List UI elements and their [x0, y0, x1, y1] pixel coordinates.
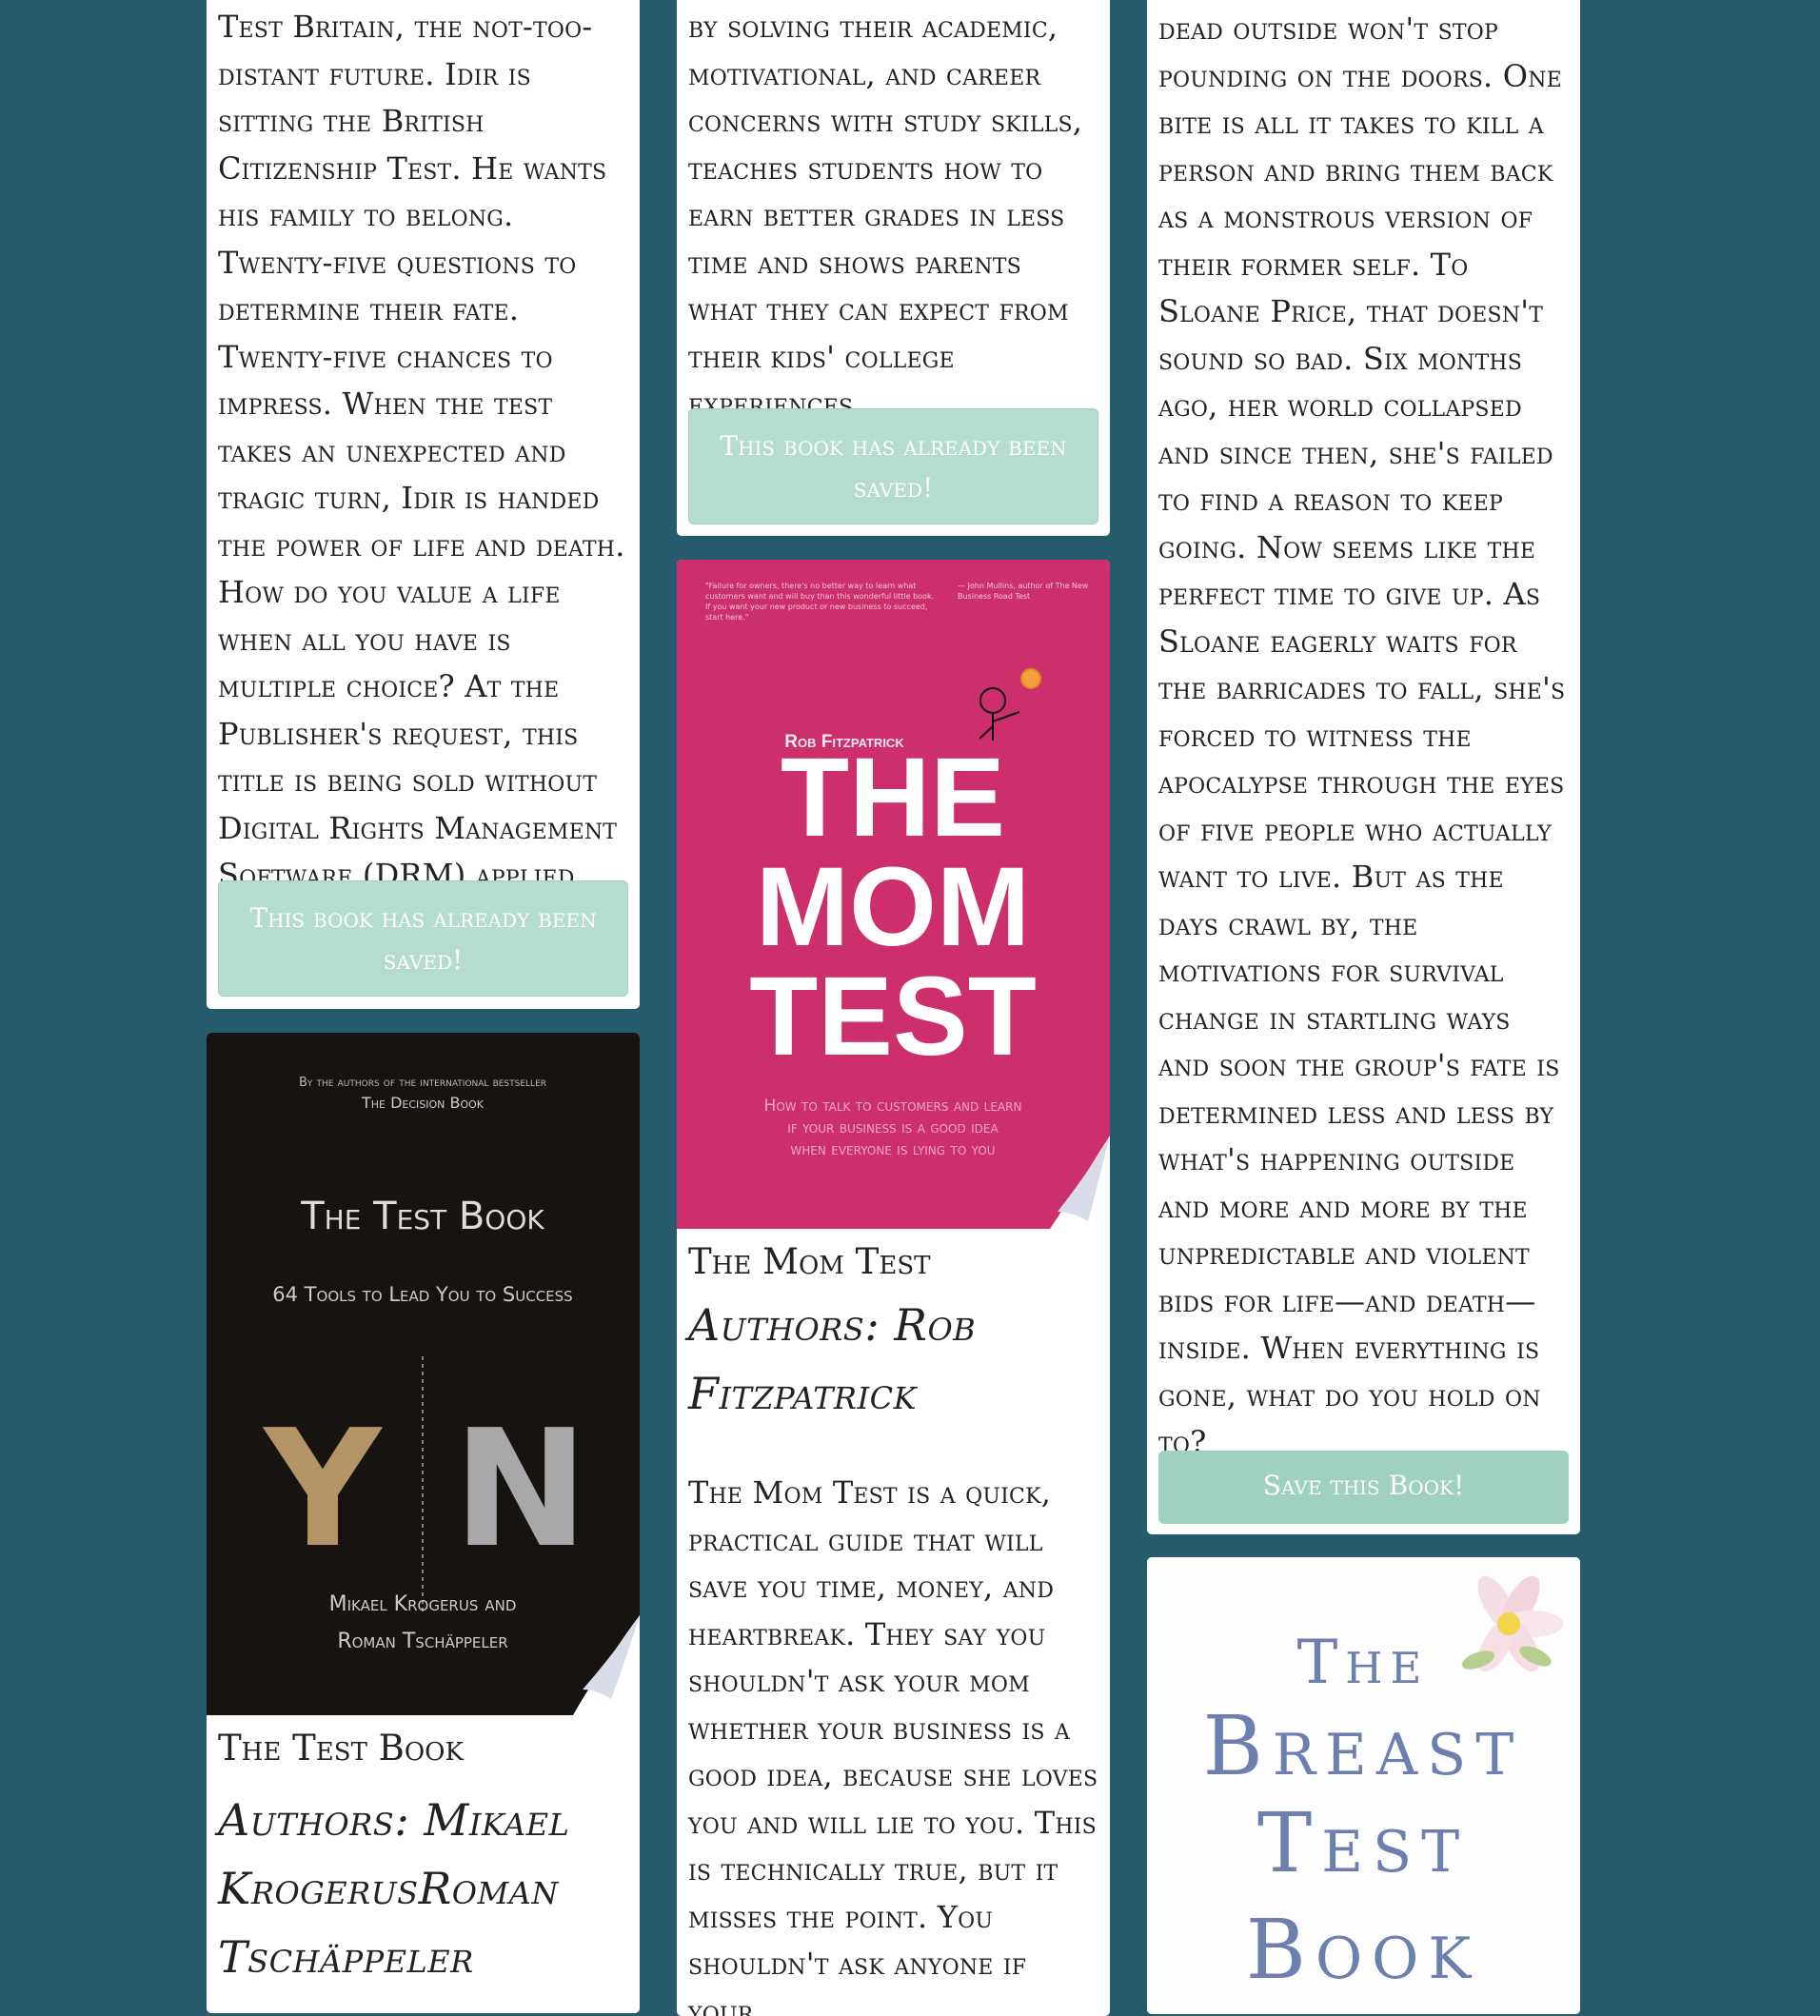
book-cover-image: "Failure for owners, there's no better w… — [677, 560, 1110, 1229]
breast-test-cover-art: The Breast Test Book — [1147, 1557, 1580, 2014]
cover-line1: The — [1297, 1628, 1430, 1698]
book-title: The Mom Test — [688, 1241, 931, 1282]
book-card-breast-test: The Breast Test Book — [1147, 1557, 1580, 2014]
book-description: Test Britain, the not-too-distant future… — [218, 9, 625, 893]
cover-top-line: By the authors of the international best… — [299, 1076, 546, 1090]
book-title: The Test Book — [218, 1728, 464, 1769]
cover-letter-y: Y — [262, 1395, 383, 1584]
book-authors: Authors: Rob Fitzpatrick — [688, 1299, 977, 1419]
cover-line2: Breast — [1203, 1699, 1524, 1794]
book-cover-image: The Breast Test Book — [1147, 1557, 1580, 2014]
cover-line1: THE — [781, 735, 1005, 860]
cover-author1: Mikael Krogerus and — [329, 1592, 517, 1616]
test-book-cover-art: By the authors of the international best… — [207, 1033, 640, 1715]
book-card-test-book: By the authors of the international best… — [207, 1033, 640, 2013]
cover-letter-n: N — [453, 1395, 588, 1584]
cover-author2: Roman Tschäppeler — [337, 1630, 507, 1653]
cover-quote: "Failure for owners, there's no better w… — [705, 582, 935, 622]
book-saved-button[interactable]: This book has already been saved! — [688, 408, 1098, 524]
book-description: dead outside won't stop pounding on the … — [1158, 10, 1566, 1460]
book-card-mom-test: "Failure for owners, there's no better w… — [677, 560, 1110, 2016]
cover-quote-source: — John Mullins, author of The New Busine… — [958, 582, 1089, 601]
book-saved-button[interactable]: This book has already been saved! — [218, 880, 628, 997]
book-cover-image: By the authors of the international best… — [207, 1033, 640, 1715]
book-description: by solving their academic, motivational,… — [688, 9, 1083, 422]
cover-top-line2: The Decision Book — [361, 1094, 485, 1112]
save-book-button[interactable]: Save this Book! — [1158, 1451, 1569, 1524]
mom-test-cover-art: "Failure for owners, there's no better w… — [677, 560, 1110, 1229]
cover-line3: TEST — [749, 954, 1037, 1079]
cover-line3: Test — [1257, 1796, 1469, 1891]
cover-tagline1: How to talk to customers and learn — [764, 1097, 1022, 1116]
cover-line2: MOM — [756, 844, 1030, 970]
book-description: The Mom Test is a quick, practical guide… — [688, 1474, 1098, 2016]
cover-tagline3: when everyone is lying to you — [790, 1140, 995, 1159]
book-card-2: by solving their academic, motivational,… — [677, 0, 1110, 536]
cover-subtitle: 64 Tools to Lead You to Success — [272, 1283, 572, 1306]
cover-title: The Test Book — [300, 1195, 544, 1238]
book-card-1: Test Britain, the not-too-distant future… — [207, 0, 640, 1009]
book-authors: Authors: Mikael KrogerusRoman Tschäppele… — [218, 1794, 570, 1983]
cover-tagline2: if your business is a good idea — [787, 1118, 999, 1137]
book-card-3: dead outside won't stop pounding on the … — [1147, 0, 1580, 1534]
cover-line4: Book — [1246, 1903, 1480, 1998]
